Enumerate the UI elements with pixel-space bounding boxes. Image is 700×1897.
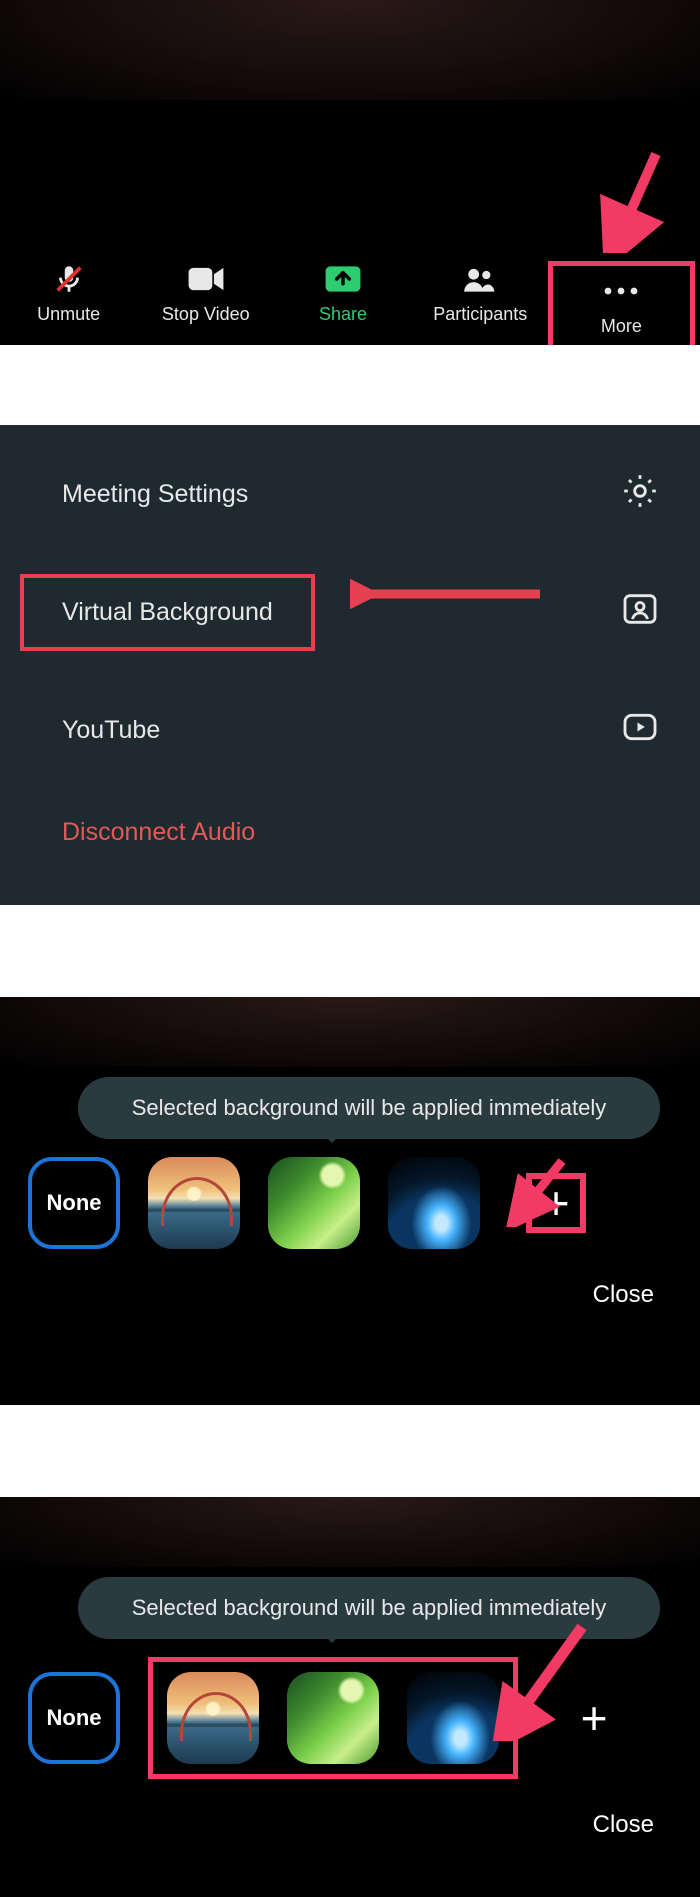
meeting-toolbar: Unmute Stop Video Share bbox=[0, 250, 700, 345]
video-icon bbox=[187, 262, 225, 296]
menu-disconnect-audio[interactable]: Disconnect Audio bbox=[0, 782, 700, 875]
mic-muted-icon bbox=[52, 262, 86, 296]
bg-tooltip: Selected background will be applied imme… bbox=[78, 1077, 660, 1139]
bg-none-label: None bbox=[47, 1705, 102, 1731]
virtual-background-picker: Selected background will be applied imme… bbox=[0, 1497, 700, 1897]
more-label: More bbox=[601, 316, 642, 337]
video-feed-placeholder bbox=[0, 0, 700, 100]
bg-none-label: None bbox=[47, 1190, 102, 1216]
stop-video-label: Stop Video bbox=[162, 304, 250, 325]
annotation-arrow-more bbox=[584, 148, 674, 253]
separator bbox=[0, 345, 700, 425]
play-frame-icon bbox=[620, 707, 660, 754]
unmute-label: Unmute bbox=[37, 304, 100, 325]
bg-option-none[interactable]: None bbox=[28, 1672, 120, 1764]
bg-options-row: None + bbox=[0, 1657, 700, 1779]
bg-option-earth[interactable] bbox=[388, 1157, 480, 1249]
virtual-background-picker: Selected background will be applied imme… bbox=[0, 997, 700, 1405]
close-button[interactable]: Close bbox=[0, 1249, 700, 1321]
menu-label: YouTube bbox=[62, 716, 160, 745]
menu-label: Virtual Background bbox=[62, 598, 273, 626]
plus-icon: + bbox=[543, 1176, 570, 1230]
video-feed-placeholder bbox=[0, 997, 700, 1067]
video-feed-placeholder bbox=[0, 1497, 700, 1567]
menu-virtual-background[interactable]: Virtual Background bbox=[0, 546, 700, 679]
unmute-button[interactable]: Unmute bbox=[0, 262, 137, 345]
stop-video-button[interactable]: Stop Video bbox=[137, 262, 274, 345]
meeting-view: Unmute Stop Video Share bbox=[0, 0, 700, 345]
bg-tooltip: Selected background will be applied imme… bbox=[78, 1577, 660, 1639]
bg-option-grass[interactable] bbox=[287, 1672, 379, 1764]
menu-label: Meeting Settings bbox=[62, 480, 248, 509]
close-label: Close bbox=[593, 1811, 654, 1838]
menu-meeting-settings[interactable]: Meeting Settings bbox=[0, 443, 700, 546]
close-button[interactable]: Close bbox=[0, 1779, 700, 1851]
bg-option-earth[interactable] bbox=[407, 1672, 499, 1764]
participants-button[interactable]: Participants bbox=[412, 262, 549, 345]
bg-option-bridge[interactable] bbox=[148, 1157, 240, 1249]
share-icon bbox=[324, 262, 362, 296]
share-button[interactable]: Share bbox=[274, 262, 411, 345]
bg-option-bridge[interactable] bbox=[167, 1672, 259, 1764]
person-frame-icon bbox=[620, 589, 660, 636]
bg-thumb-group-highlight bbox=[148, 1657, 518, 1779]
bg-option-none[interactable]: None bbox=[28, 1157, 120, 1249]
menu-youtube[interactable]: YouTube bbox=[0, 679, 700, 782]
plus-icon: + bbox=[581, 1691, 608, 1745]
separator bbox=[0, 1405, 700, 1497]
separator bbox=[0, 905, 700, 997]
more-button[interactable]: More bbox=[549, 262, 694, 345]
bg-add-button[interactable]: + bbox=[526, 1173, 586, 1233]
bg-option-grass[interactable] bbox=[268, 1157, 360, 1249]
more-icon bbox=[600, 274, 642, 308]
more-menu: Meeting Settings Virtual Background YouT… bbox=[0, 425, 700, 905]
bg-options-row: None + bbox=[0, 1157, 700, 1249]
bg-add-button[interactable]: + bbox=[564, 1688, 624, 1748]
close-label: Close bbox=[593, 1281, 654, 1308]
participants-icon bbox=[461, 262, 499, 296]
gear-icon bbox=[620, 471, 660, 518]
menu-label: Disconnect Audio bbox=[62, 818, 255, 847]
share-label: Share bbox=[319, 304, 367, 325]
participants-label: Participants bbox=[433, 304, 527, 325]
